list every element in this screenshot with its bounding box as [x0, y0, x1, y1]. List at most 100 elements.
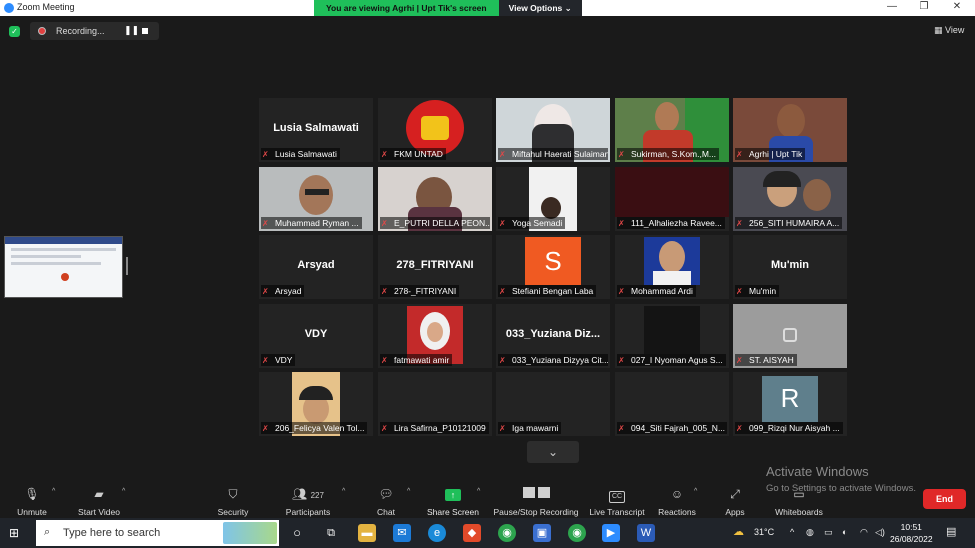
- edge-icon[interactable]: e: [428, 524, 446, 542]
- participant-tile[interactable]: Iga mawarni ✗: [496, 372, 610, 436]
- cortana-icon[interactable]: ○: [288, 524, 306, 542]
- participant-tile[interactable]: Muhammad Ryman ... ✗: [259, 167, 373, 231]
- apps-button[interactable]: ⤢ Apps: [721, 485, 749, 517]
- view-label: View: [945, 25, 965, 35]
- participants-button[interactable]: 👥︎ 227 Participants: [284, 485, 332, 517]
- participant-tile[interactable]: VDY VDY ✗: [259, 304, 373, 368]
- muted-mic-icon: ✗: [381, 356, 388, 365]
- tray-chevron-icon[interactable]: ^: [790, 527, 794, 537]
- participant-tile[interactable]: Arsyad Arsyad ✗: [259, 235, 373, 299]
- stop-recording-icon[interactable]: [142, 28, 148, 34]
- notification-icon[interactable]: ▤: [946, 525, 956, 538]
- unmute-button[interactable]: 🎙︎ Unmute: [14, 485, 50, 517]
- participant-tile[interactable]: 256_SITI HUMAIRA A... ✗: [733, 167, 847, 231]
- minimize-button[interactable]: —: [877, 1, 907, 12]
- participant-tile[interactable]: 278_FITRIYANI 278-_FITRIYANI ✗: [378, 235, 492, 299]
- taskbar-search-box[interactable]: ⌕ Type here to search: [36, 520, 279, 546]
- zoom-taskbar-icon[interactable]: ▶: [602, 524, 620, 542]
- participant-tile[interactable]: 206_Felicya Valen Tol... ✗: [259, 372, 373, 436]
- reactions-caret-icon[interactable]: ^: [694, 488, 697, 495]
- shared-screen-thumbnail[interactable]: [4, 236, 123, 298]
- participant-tile[interactable]: Sukirman, S.Kom.,M... ✗: [615, 98, 729, 162]
- muted-mic-icon: ✗: [618, 287, 625, 296]
- whiteboards-button[interactable]: ▭ Whiteboards: [771, 485, 827, 517]
- participants-count: 227: [310, 491, 324, 500]
- shield-icon: ⛉: [228, 487, 238, 501]
- thumbnail-resize-handle[interactable]: [126, 257, 128, 275]
- next-page-button[interactable]: ⌄: [527, 441, 579, 463]
- task-view-icon[interactable]: ⧉: [322, 524, 340, 542]
- security-shield-icon[interactable]: ✓: [9, 26, 20, 37]
- share-screen-label: Share Screen: [427, 507, 479, 517]
- temperature[interactable]: 31°C: [754, 527, 774, 537]
- close-button[interactable]: ✕: [942, 1, 972, 12]
- participant-tile[interactable]: 033_Yuziana Diz... 033_Yuziana Dizyya Cit…: [496, 304, 610, 368]
- participant-tile[interactable]: Mohammad Ardi ✗: [615, 235, 729, 299]
- participant-tile[interactable]: R 099_Rizqi Nur Aisyah ... ✗: [733, 372, 847, 436]
- participant-name-label: Yoga Semadi: [498, 217, 566, 229]
- participant-tile[interactable]: ST. AISYAH ✗: [733, 304, 847, 368]
- share-caret-icon[interactable]: ^: [477, 488, 480, 495]
- reactions-button[interactable]: ☺ Reactions: [657, 485, 697, 517]
- view-options-button[interactable]: View Options ⌄: [498, 0, 582, 16]
- participant-tile[interactable]: Lusia Salmawati Lusia Salmawati ✗: [259, 98, 373, 162]
- file-explorer-icon[interactable]: ▬: [358, 524, 376, 542]
- chrome-profile-icon[interactable]: ◉: [568, 524, 586, 542]
- restore-button[interactable]: ❐: [909, 1, 939, 12]
- participants-icon: 👥︎ 227: [292, 487, 324, 501]
- live-transcript-button[interactable]: CC Live Transcript: [588, 485, 646, 517]
- participant-tile[interactable]: E_PUTRI DELLA PEON... ✗: [378, 167, 492, 231]
- mail-icon[interactable]: ✉: [393, 524, 411, 542]
- participant-tile[interactable]: 111_Alhaliezha Ravee... ✗: [615, 167, 729, 231]
- chat-button[interactable]: 💬︎ Chat: [372, 485, 400, 517]
- participant-name-label: fatmawati amir: [380, 354, 453, 366]
- tray-app-icon[interactable]: ◍: [806, 527, 814, 538]
- participant-tile[interactable]: 094_Siti Fajrah_005_N... ✗: [615, 372, 729, 436]
- participant-name-label: 256_SITI HUMAIRA A...: [735, 217, 843, 229]
- participant-tile[interactable]: S Stefiani Bengan Laba ✗: [496, 235, 610, 299]
- participant-name-label: 094_Siti Fajrah_005_N...: [617, 422, 727, 434]
- video-off-icon: ▰: [94, 487, 104, 501]
- muted-mic-icon: ✗: [381, 424, 388, 433]
- app-icon-red[interactable]: ◆: [463, 524, 481, 542]
- security-button[interactable]: ⛉ Security: [212, 485, 254, 517]
- muted-mic-icon: ✗: [262, 424, 269, 433]
- participant-tile[interactable]: Miftahul Haerati Sulaiman ✗: [496, 98, 610, 162]
- muted-mic-icon: ✗: [736, 219, 743, 228]
- participant-name-label: 206_Felicya Valen Tol...: [261, 422, 368, 434]
- start-video-label: Start Video: [78, 507, 120, 517]
- taskbar-clock[interactable]: 10:51 26/08/2022: [890, 521, 933, 545]
- participant-display-name: 278_FITRIYANI: [396, 259, 474, 271]
- word-icon[interactable]: W: [637, 524, 655, 542]
- battery-icon[interactable]: ▭: [824, 527, 833, 538]
- muted-mic-icon: ✗: [262, 287, 269, 296]
- participant-tile[interactable]: Mu'min Mu'min ✗: [733, 235, 847, 299]
- store-icon[interactable]: ▣: [533, 524, 551, 542]
- share-screen-button[interactable]: ↑ Share Screen: [426, 485, 480, 517]
- participant-tile[interactable]: Lira Safirna_P10121009 ✗: [378, 372, 492, 436]
- wifi-icon[interactable]: ◠: [860, 527, 868, 538]
- end-meeting-button[interactable]: End: [923, 489, 966, 509]
- chat-caret-icon[interactable]: ^: [407, 488, 410, 495]
- participant-tile[interactable]: FKM UNTAD ✗: [378, 98, 492, 162]
- pause-recording-icon[interactable]: ❚❚: [124, 25, 139, 36]
- muted-mic-icon: ✗: [262, 150, 269, 159]
- pause-stop-recording-button[interactable]: Pause/Stop Recording: [493, 485, 579, 517]
- weather-icon[interactable]: ☁: [733, 525, 744, 538]
- participant-tile[interactable]: Yoga Semadi ✗: [496, 167, 610, 231]
- audio-options-caret-icon[interactable]: ^: [52, 488, 55, 495]
- volume-icon[interactable]: ◁): [875, 527, 885, 538]
- clock-time: 10:51: [900, 522, 922, 532]
- windows-start-icon[interactable]: ⊞: [9, 526, 19, 540]
- start-video-button[interactable]: ▰ Start Video: [74, 485, 124, 517]
- participant-tile[interactable]: fatmawati amir ✗: [378, 304, 492, 368]
- video-options-caret-icon[interactable]: ^: [122, 488, 125, 495]
- view-button[interactable]: ▦ View: [934, 25, 964, 36]
- chrome-icon[interactable]: ◉: [498, 524, 516, 542]
- participant-name-label: 278-_FITRIYANI: [380, 285, 460, 297]
- participants-caret-icon[interactable]: ^: [342, 488, 345, 495]
- participant-display-name: Arsyad: [297, 259, 335, 271]
- participant-tile[interactable]: 027_I Nyoman Agus S... ✗: [615, 304, 729, 368]
- participant-tile[interactable]: Agrhi | Upt Tik ✗: [733, 98, 847, 162]
- network-icon[interactable]: ◐: [842, 527, 847, 537]
